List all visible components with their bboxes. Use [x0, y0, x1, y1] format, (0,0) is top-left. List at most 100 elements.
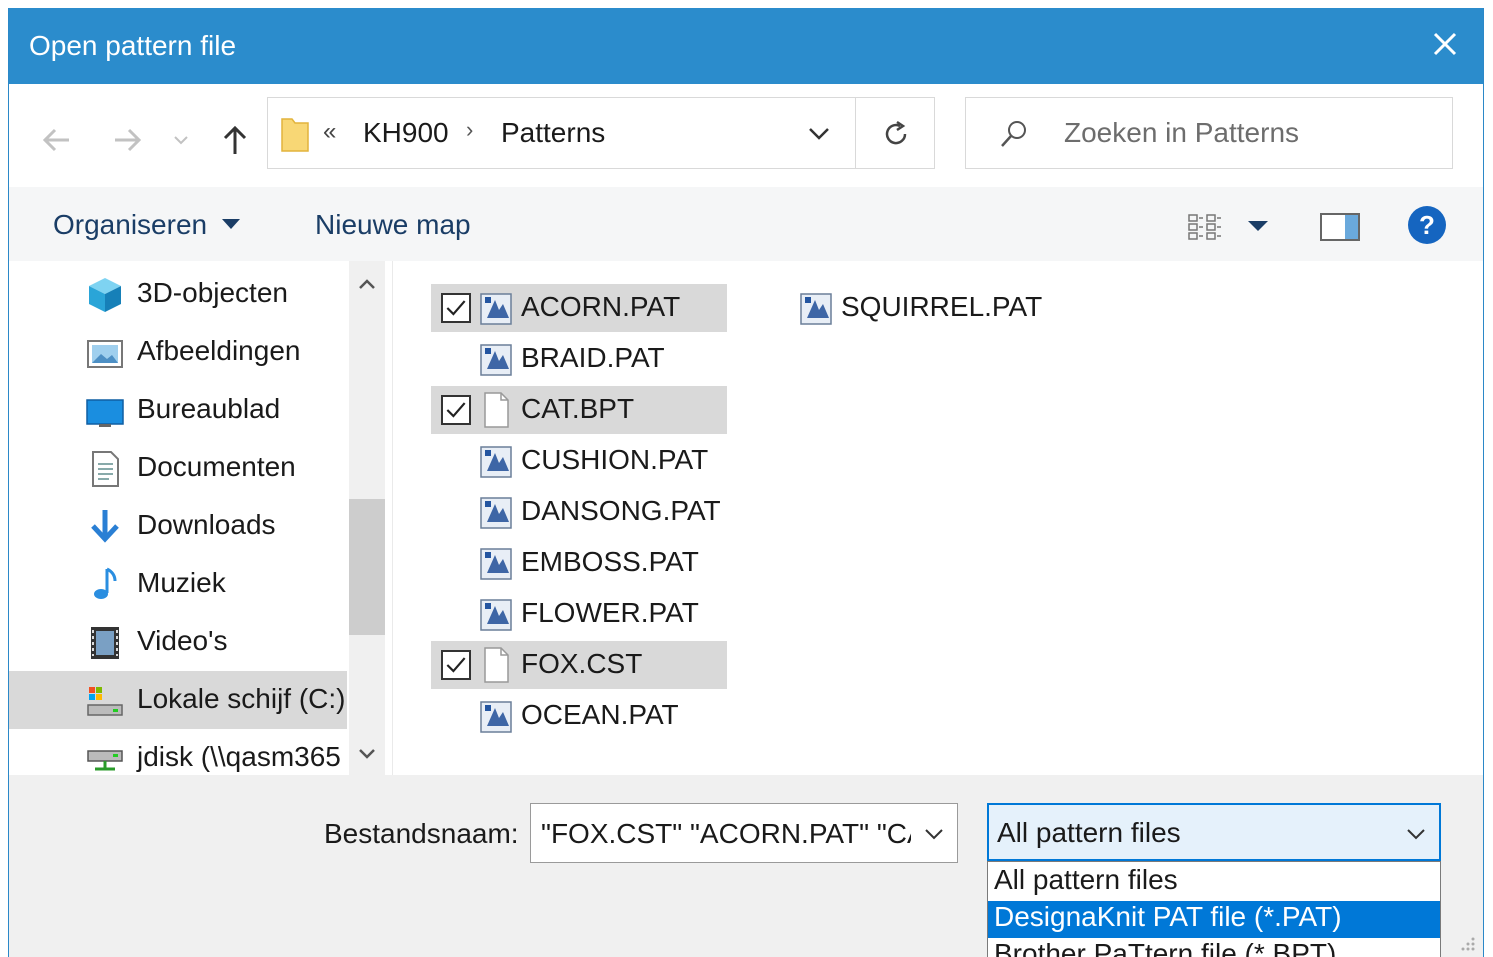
- file-type-chevron-icon[interactable]: [1403, 821, 1429, 847]
- file-item-cat[interactable]: CAT.BPT: [431, 386, 727, 434]
- pattern-file-icon: [480, 497, 512, 529]
- nav-item-label: Downloads: [137, 509, 276, 540]
- command-toolbar: Organiseren Nieuwe map ?: [9, 187, 1483, 261]
- checkbox-checked-icon[interactable]: [441, 650, 471, 680]
- help-icon[interactable]: ?: [1407, 205, 1447, 245]
- open-pattern-dialog: Open pattern file « KH900 › Patterns Zoe…: [8, 8, 1484, 957]
- back-arrow-icon[interactable]: [37, 120, 77, 160]
- file-item-flower[interactable]: FLOWER.PAT: [431, 590, 727, 638]
- file-name: CUSHION.PAT: [521, 444, 709, 475]
- nav-item-label: jdisk (\\qasm365: [137, 741, 341, 772]
- checkbox-checked-icon[interactable]: [441, 293, 471, 323]
- new-folder-button[interactable]: Nieuwe map: [315, 209, 471, 241]
- resize-grip-icon[interactable]: [1457, 933, 1477, 953]
- pattern-file-icon: [480, 548, 512, 580]
- breadcrumb-patterns[interactable]: Patterns: [501, 117, 605, 149]
- file-item-ocean[interactable]: OCEAN.PAT: [431, 692, 727, 740]
- file-name: EMBOSS.PAT: [521, 546, 699, 577]
- file-name: FLOWER.PAT: [521, 597, 699, 628]
- network-drive-icon: [87, 750, 123, 771]
- dialog-title: Open pattern file: [29, 30, 237, 61]
- forward-arrow-icon[interactable]: [107, 120, 147, 160]
- view-options-dropdown-icon[interactable]: [1247, 219, 1269, 233]
- pattern-file-icon: [800, 293, 832, 325]
- nav-item-videos[interactable]: Video's: [9, 613, 347, 671]
- nav-item-network-drive[interactable]: jdisk (\\qasm365: [9, 729, 347, 775]
- nav-item-downloads[interactable]: Downloads: [9, 497, 347, 555]
- filename-value[interactable]: "FOX.CST" "ACORN.PAT" "CAT.BPT": [541, 818, 911, 850]
- nav-item-local-disk[interactable]: Lokale schijf (C:): [9, 671, 347, 729]
- file-item-emboss[interactable]: EMBOSS.PAT: [431, 539, 727, 587]
- file-type-dropdown-list: All pattern files DesignaKnit PAT file (…: [987, 861, 1441, 957]
- file-type-value: All pattern files: [997, 817, 1181, 848]
- search-placeholder: Zoeken in Patterns: [1064, 117, 1300, 148]
- nav-item-label: 3D-objecten: [137, 277, 288, 308]
- download-icon: [91, 510, 119, 543]
- file-name: FOX.CST: [521, 648, 643, 679]
- breadcrumb-separator[interactable]: ›: [466, 117, 473, 143]
- nav-item-label: Lokale schijf (C:): [137, 683, 346, 714]
- preview-pane-icon[interactable]: [1319, 211, 1361, 243]
- scrollbar-thumb[interactable]: [349, 499, 385, 635]
- organize-dropdown-icon[interactable]: [221, 217, 241, 231]
- file-name: BRAID.PAT: [521, 342, 665, 373]
- file-list-pane: ACORN.PAT BRAID.PAT CAT.BPT CUSHION.PAT …: [392, 261, 1483, 775]
- search-box[interactable]: Zoeken in Patterns: [965, 97, 1453, 169]
- file-name: SQUIRREL.PAT: [841, 291, 1043, 322]
- file-name: OCEAN.PAT: [521, 699, 679, 730]
- file-item-braid[interactable]: BRAID.PAT: [431, 335, 727, 383]
- pattern-file-icon: [480, 446, 512, 478]
- documents-icon: [92, 451, 119, 487]
- close-icon[interactable]: [1427, 26, 1463, 62]
- nav-item-documents[interactable]: Documenten: [9, 439, 347, 497]
- nav-pane-scrollbar[interactable]: [349, 261, 385, 775]
- file-type-option-highlighted[interactable]: DesignaKnit PAT file (*.PAT): [988, 901, 1440, 938]
- file-type-select[interactable]: All pattern files: [987, 803, 1441, 861]
- file-type-option[interactable]: Brother PaTtern file (*.BPT): [988, 938, 1440, 957]
- filename-input[interactable]: "FOX.CST" "ACORN.PAT" "CAT.BPT": [530, 803, 958, 863]
- file-name: CAT.BPT: [521, 393, 635, 424]
- nav-item-pictures[interactable]: Afbeeldingen: [9, 323, 347, 381]
- file-item-dansong[interactable]: DANSONG.PAT: [431, 488, 727, 536]
- nav-item-label: Documenten: [137, 451, 296, 482]
- pattern-file-icon: [480, 293, 512, 325]
- checkbox-checked-icon[interactable]: [441, 395, 471, 425]
- pictures-icon: [87, 340, 123, 368]
- nav-item-desktop[interactable]: Bureaublad: [9, 381, 347, 439]
- pattern-file-icon: [480, 344, 512, 376]
- nav-item-label: Bureaublad: [137, 393, 281, 424]
- video-icon: [91, 627, 119, 659]
- nav-item-music[interactable]: Muziek: [9, 555, 347, 613]
- pattern-file-icon: [480, 701, 512, 733]
- organize-menu[interactable]: Organiseren: [53, 209, 207, 241]
- blank-file-icon: [484, 647, 509, 683]
- desktop-icon: [86, 399, 124, 427]
- file-input-bar: Bestandsnaam: "FOX.CST" "ACORN.PAT" "CAT…: [9, 775, 1483, 957]
- title-bar: Open pattern file: [9, 8, 1483, 84]
- pattern-file-icon: [480, 599, 512, 631]
- nav-item-label: Afbeeldingen: [137, 335, 301, 366]
- scroll-up-icon[interactable]: [355, 273, 379, 297]
- recent-locations-chevron-icon[interactable]: [169, 120, 193, 160]
- filename-history-chevron-icon[interactable]: [921, 821, 947, 847]
- breadcrumb-kh900[interactable]: KH900: [363, 117, 449, 149]
- view-details-icon[interactable]: [1187, 211, 1229, 243]
- up-arrow-icon[interactable]: [215, 120, 255, 160]
- file-type-option[interactable]: All pattern files: [988, 864, 1440, 901]
- breadcrumb-overflow[interactable]: «: [323, 118, 336, 146]
- file-name: ACORN.PAT: [521, 291, 681, 322]
- file-item-squirrel[interactable]: SQUIRREL.PAT: [751, 284, 1047, 332]
- nav-item-3d-objects[interactable]: 3D-objecten: [9, 265, 347, 323]
- file-item-cushion[interactable]: CUSHION.PAT: [431, 437, 727, 485]
- file-item-acorn[interactable]: ACORN.PAT: [431, 284, 727, 332]
- search-icon: [1001, 121, 1026, 147]
- address-divider: [855, 98, 856, 168]
- file-item-fox[interactable]: FOX.CST: [431, 641, 727, 689]
- navigation-bar: « KH900 › Patterns Zoeken in Patterns: [9, 84, 1483, 187]
- nav-item-label: Muziek: [137, 567, 226, 598]
- address-bar[interactable]: « KH900 › Patterns: [267, 97, 935, 169]
- scroll-down-icon[interactable]: [355, 741, 379, 765]
- address-history-chevron-icon[interactable]: [804, 118, 834, 148]
- folder-icon: [281, 118, 309, 152]
- refresh-icon[interactable]: [876, 114, 916, 154]
